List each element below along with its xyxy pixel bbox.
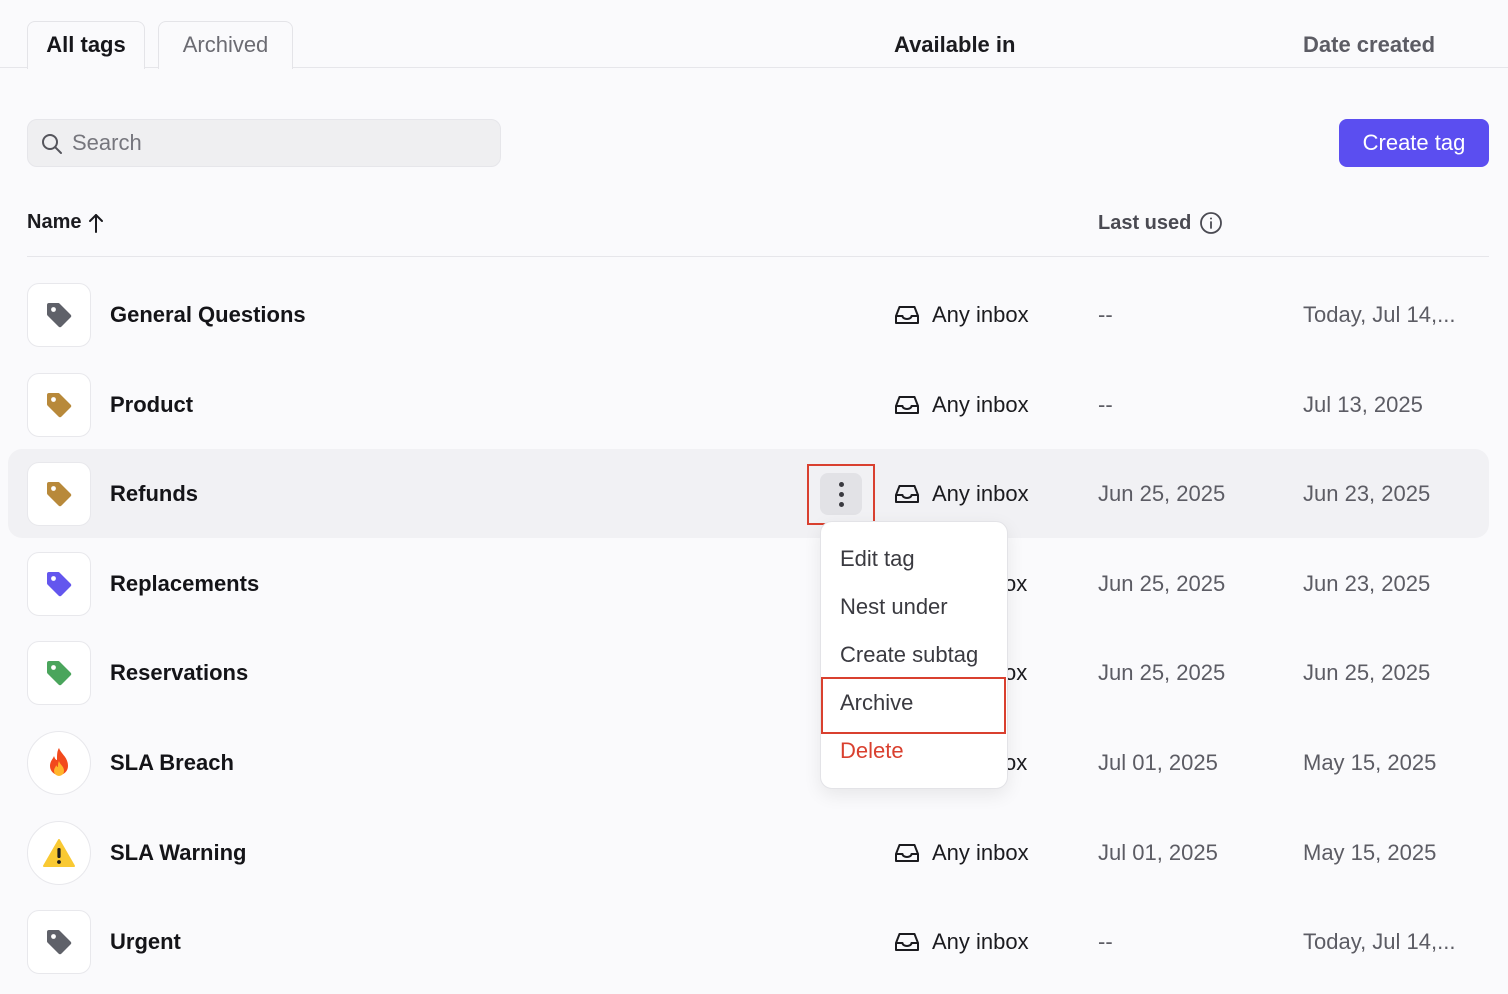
date-created-cell: May 15, 2025 xyxy=(1303,750,1437,775)
tag-name: Reservations xyxy=(110,660,249,685)
last-used-cell: -- xyxy=(1098,302,1113,327)
available-in-label: Any inbox xyxy=(932,928,1029,954)
table-row[interactable]: Reservations ox Jun 25, 2025 Jun 25, 2025 xyxy=(8,628,1489,717)
tag-name: SLA Warning xyxy=(110,840,247,865)
inbox-icon xyxy=(895,484,919,503)
inbox-icon xyxy=(895,305,919,324)
create-tag-button[interactable]: Create tag xyxy=(1339,119,1489,167)
date-created-cell: May 15, 2025 xyxy=(1303,840,1437,865)
date-created-cell: Jul 13, 2025 xyxy=(1303,392,1423,417)
available-in-cell: Any inbox xyxy=(894,897,1029,986)
inbox-icon xyxy=(895,395,919,414)
available-in-label: Any inbox xyxy=(932,391,1029,417)
last-used-cell: Jun 25, 2025 xyxy=(1098,660,1226,685)
tab-all-tags[interactable]: All tags xyxy=(27,21,145,69)
table-row[interactable]: Urgent Any inbox -- Today, Jul 14,... xyxy=(8,897,1489,986)
date-created-cell: Jun 25, 2025 xyxy=(1303,660,1431,685)
tag-name: Product xyxy=(110,392,194,417)
tag-name: Urgent xyxy=(110,929,181,954)
warning-icon xyxy=(27,821,91,885)
tag-icon xyxy=(27,910,91,974)
menu-item-nest-under[interactable]: Nest under xyxy=(840,594,948,620)
search-input[interactable] xyxy=(72,120,492,166)
menu-item-edit-tag[interactable]: Edit tag xyxy=(840,546,915,572)
tag-icon xyxy=(27,552,91,616)
column-header-name-label: Name xyxy=(27,211,82,233)
header-divider xyxy=(27,256,1489,257)
available-in-cell: Any inbox xyxy=(894,270,1029,359)
info-icon[interactable] xyxy=(1199,211,1223,235)
context-menu: Edit tag Nest under Create subtag Archiv… xyxy=(820,521,1008,789)
last-used-cell: Jun 25, 2025 xyxy=(1098,481,1226,506)
tag-name: Refunds xyxy=(110,481,198,506)
tab-archived[interactable]: Archived xyxy=(158,21,293,69)
available-in-cell: Any inbox xyxy=(894,360,1029,449)
last-used-cell: Jun 25, 2025 xyxy=(1098,571,1226,596)
search-icon xyxy=(42,134,62,154)
column-header-name[interactable]: Name xyxy=(27,211,105,234)
table-row[interactable]: Replacements ox Jun 25, 2025 Jun 23, 2025 xyxy=(8,539,1489,628)
table-row[interactable]: Product Any inbox -- Jul 13, 2025 xyxy=(8,360,1489,449)
menu-item-delete[interactable]: Delete xyxy=(840,738,904,764)
last-used-cell: -- xyxy=(1098,392,1113,417)
tag-name: SLA Breach xyxy=(110,750,234,775)
table-row[interactable]: General Questions Any inbox -- Today, Jul 1… xyxy=(8,270,1489,359)
archive-highlight-box xyxy=(821,677,1006,734)
search-box[interactable] xyxy=(27,119,501,167)
tag-icon xyxy=(27,462,91,526)
last-used-cell: Jul 01, 2025 xyxy=(1098,840,1218,865)
kebab-highlight-box xyxy=(807,464,875,525)
available-in-label: Any inbox xyxy=(932,839,1029,865)
date-created-cell: Jun 23, 2025 xyxy=(1303,481,1431,506)
last-used-cell: -- xyxy=(1098,929,1113,954)
column-header-last-used[interactable]: Last used xyxy=(1098,211,1223,235)
available-in-label: Any inbox xyxy=(932,480,1029,506)
available-in-label: Any inbox xyxy=(932,301,1029,327)
inbox-icon xyxy=(895,843,919,862)
last-used-cell: Jul 01, 2025 xyxy=(1098,750,1218,775)
column-header-last-used-label: Last used xyxy=(1098,211,1192,234)
table-row[interactable]: Refunds Any inbox Jun 25, 2025 Jun 23, 2025 xyxy=(8,449,1489,538)
date-created-cell: Jun 23, 2025 xyxy=(1303,571,1431,596)
date-created-cell: Today, Jul 14,... xyxy=(1303,929,1456,954)
menu-item-create-subtag[interactable]: Create subtag xyxy=(840,642,978,668)
tag-icon xyxy=(27,641,91,705)
inbox-icon xyxy=(895,932,919,951)
tag-name: Replacements xyxy=(110,571,260,596)
tab-bar: All tags Archived xyxy=(0,0,1508,69)
available-in-cell: Any inbox xyxy=(894,808,1029,897)
column-header-date-created[interactable]: Date created xyxy=(1303,0,1435,89)
tag-icon xyxy=(27,283,91,347)
tag-icon xyxy=(27,373,91,437)
table-row[interactable]: SLA Warning Any inbox Jul 01, 2025 May 15, … xyxy=(8,808,1489,897)
date-created-cell: Today, Jul 14,... xyxy=(1303,302,1456,327)
table-row[interactable]: SLA Breach ox Jul 01, 2025 May 15, 2025 xyxy=(8,718,1489,807)
fire-icon xyxy=(27,731,91,795)
sort-ascending-icon xyxy=(89,213,104,233)
tag-name: General Questions xyxy=(110,302,306,327)
column-header-available-in[interactable]: Available in xyxy=(894,0,1015,89)
